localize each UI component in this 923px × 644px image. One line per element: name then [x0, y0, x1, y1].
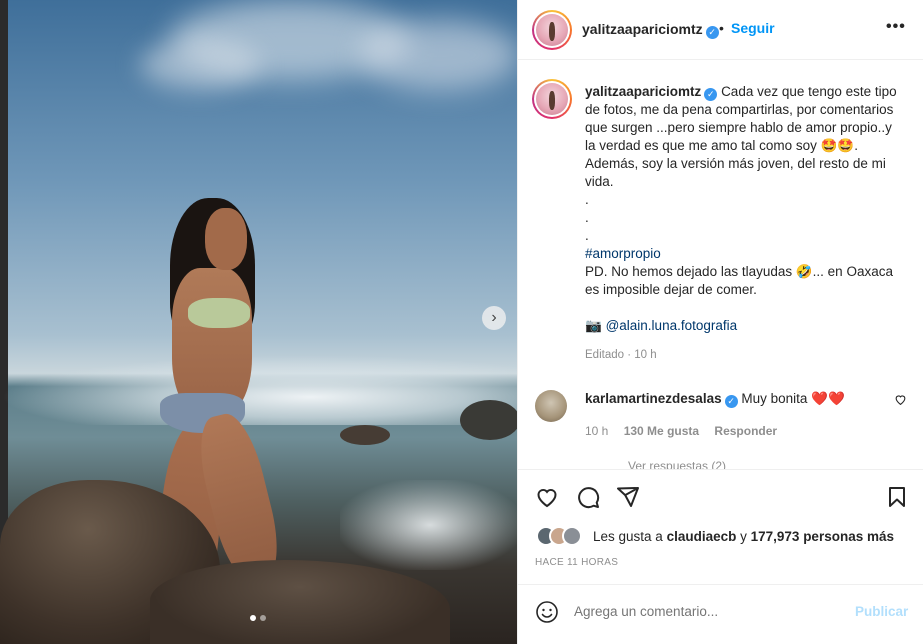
comment-likes[interactable]: 130 Me gusta — [624, 424, 699, 438]
camera-icon: 📷 — [585, 318, 602, 333]
likes-prefix: Les gusta a — [593, 529, 663, 544]
comment-hearts: ❤️❤️ — [811, 391, 845, 406]
author-username[interactable]: yalitzaapariciomtz ✓ — [582, 21, 719, 39]
caption-dot: . — [585, 228, 589, 243]
comment-username[interactable]: karlamartinezdesalas — [585, 391, 722, 406]
see-replies-link[interactable]: Ver respuestas (2) — [628, 459, 726, 469]
follow-button[interactable]: Seguir — [731, 20, 775, 36]
liker-avatars — [536, 526, 582, 546]
likes-row: Les gusta a claudiaecb y 177,973 persona… — [518, 522, 923, 550]
likes-middle: y — [740, 529, 747, 544]
comment-body: Muy bonita — [741, 391, 808, 406]
comment-icon[interactable] — [575, 484, 601, 510]
author-username-text[interactable]: yalitzaapariciomtz — [582, 21, 703, 37]
photo-cloud — [140, 40, 260, 90]
photo-foam — [340, 480, 517, 570]
comment-avatar[interactable] — [535, 390, 567, 422]
caption-dot: . — [585, 192, 589, 207]
carousel-dot — [260, 615, 266, 621]
heart-icon[interactable] — [534, 484, 560, 510]
post-header: yalitzaapariciomtz ✓ • Seguir ••• — [518, 0, 923, 60]
caption-dot: . — [585, 210, 589, 225]
comment-time: 10 h — [585, 424, 609, 438]
more-icon[interactable]: ••• — [886, 18, 906, 36]
comment-input[interactable] — [574, 604, 844, 619]
post-comment-button[interactable]: Publicar — [855, 604, 908, 619]
likes-text[interactable]: Les gusta a claudiaecb y 177,973 persona… — [593, 529, 894, 544]
comment-text: karlamartinezdesalas ✓ Muy bonita ❤️❤️ — [585, 391, 845, 408]
verified-icon: ✓ — [705, 26, 719, 39]
hashtag-link[interactable]: #amorpropio — [585, 245, 905, 263]
reply-button[interactable]: Responder — [714, 424, 777, 438]
verified-icon: ✓ — [704, 88, 718, 101]
mention-link[interactable]: @alain.luna.fotografia — [606, 318, 738, 333]
add-comment-bar: Publicar — [518, 584, 923, 640]
carousel-dot-active — [250, 615, 256, 621]
caption-credit: 📷 @alain.luna.fotografia — [585, 317, 905, 335]
caption-body-2: Además, soy la versión más joven, del re… — [585, 156, 886, 189]
carousel-dots — [250, 615, 266, 621]
comment-meta: 10 h 130 Me gusta Responder — [585, 424, 777, 438]
action-bar — [518, 469, 923, 521]
caption-text: yalitzaapariciomtz ✓ Cada vez que tengo e… — [585, 83, 905, 335]
author-avatar[interactable] — [532, 10, 572, 50]
post-timestamp[interactable]: HACE 11 HORAS — [535, 557, 618, 568]
comments-section[interactable]: yalitzaapariciomtz ✓ Cada vez que tengo e… — [518, 61, 923, 469]
emoji-icon[interactable] — [535, 600, 559, 624]
edited-label: Editado · 10 h — [585, 349, 657, 361]
likes-user[interactable]: claudiaecb — [667, 529, 737, 544]
verified-icon: ✓ — [724, 395, 738, 408]
post-photo[interactable]: › — [0, 0, 517, 644]
likes-count[interactable]: 177,973 personas más — [751, 529, 894, 544]
bookmark-icon[interactable] — [884, 484, 910, 510]
photo-cloud — [360, 20, 517, 90]
liker-avatar — [562, 526, 582, 546]
photo-rock — [460, 400, 517, 440]
next-arrow-icon[interactable]: › — [482, 306, 506, 330]
caption-avatar[interactable] — [532, 79, 572, 119]
photo-rock — [340, 425, 390, 445]
caption-body-3: PD. No hemos dejado las tlayudas 🤣... en… — [585, 264, 893, 297]
header-separator: • — [719, 20, 724, 36]
person-top — [188, 298, 250, 328]
comment-heart-icon[interactable] — [894, 393, 907, 409]
caption-username[interactable]: yalitzaapariciomtz — [585, 84, 701, 99]
person-face — [205, 208, 247, 270]
post-side-panel: yalitzaapariciomtz ✓ • Seguir ••• yalitza… — [517, 0, 923, 644]
photo-rock — [150, 560, 450, 644]
share-icon[interactable] — [615, 484, 641, 510]
